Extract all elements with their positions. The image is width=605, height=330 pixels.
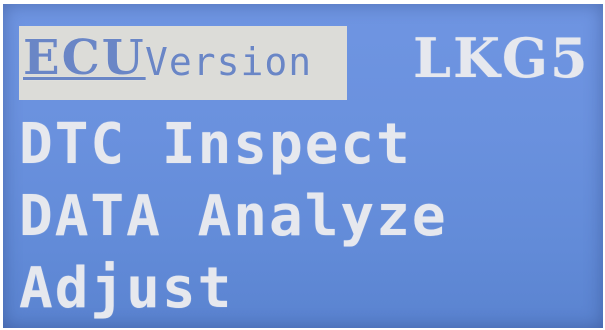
menu-item-ecu-label: ECU — [23, 30, 146, 86]
selection-highlight: ECU Version — [19, 26, 347, 100]
menu-item-adjust[interactable]: Adjust — [19, 256, 233, 321]
ecu-version-value: LKG5 — [413, 26, 590, 90]
menu-item-data-analyze[interactable]: DATA Analyze — [19, 184, 448, 249]
menu-item-version-label: Version — [145, 40, 313, 84]
menu-item-dtc-inspect[interactable]: DTC Inspect — [19, 112, 412, 177]
lcd-screen: ECU Version LKG5 DTC Inspect DATA Analyz… — [3, 4, 603, 328]
menu-item-ecu-version[interactable]: ECU Version LKG5 — [19, 26, 599, 106]
